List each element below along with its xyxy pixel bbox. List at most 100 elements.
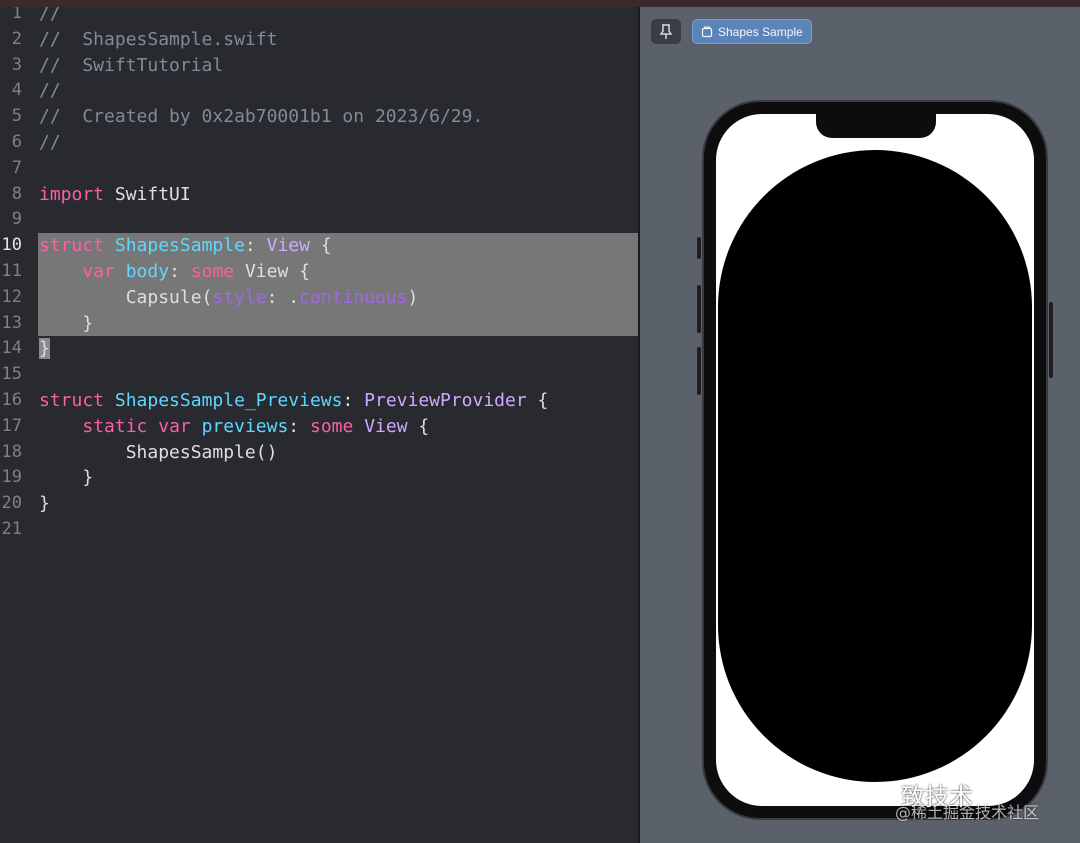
line-text: ShapesSample(): [39, 440, 278, 466]
line-number: 17: [1, 415, 22, 436]
line-text: //: [39, 130, 61, 156]
code-line[interactable]: 2 // ShapesSample.swift: [0, 27, 638, 53]
code-token: continuous: [299, 286, 408, 308]
code-line[interactable]: 17 static var previews: some View {: [0, 414, 638, 440]
pin-icon: [659, 23, 673, 39]
code-line[interactable]: 20}: [0, 491, 638, 517]
code-line[interactable]: 3 // SwiftTutorial: [0, 53, 638, 79]
code-line[interactable]: 19 }: [0, 465, 638, 491]
line-number: 6: [11, 131, 22, 152]
line-number: 10: [1, 235, 22, 256]
line-text: //: [39, 7, 61, 27]
code-token: :: [169, 260, 191, 282]
code-line[interactable]: 11 var body: some View {: [2, 258, 638, 285]
code-token: {: [526, 389, 549, 411]
line-number: 7: [11, 157, 22, 178]
code-token: View: [364, 415, 408, 437]
code-token: {: [407, 415, 430, 437]
code-token: {: [309, 235, 332, 257]
code-line[interactable]: 15: [0, 362, 638, 388]
code-line[interactable]: 8 import SwiftUI: [0, 182, 638, 208]
code-token: struct: [39, 235, 105, 257]
preview-chip-label: Shapes Sample: [718, 24, 803, 39]
code-line[interactable]: 4 //: [0, 78, 638, 104]
code-line[interactable]: 5 // Created by 0x2ab70001b1 on 2023/6/29…: [0, 104, 638, 130]
code-lines: 1 // 2 // ShapesSample.swift 3 // SwiftTutori…: [0, 7, 638, 543]
code-token: // SwiftTutorial: [39, 54, 224, 76]
code-token: :: [288, 415, 310, 437]
line-text: Capsule(style: .continuous): [39, 285, 419, 311]
line-number: 1: [11, 7, 22, 23]
code-token: View {: [234, 260, 310, 282]
line-number: 15: [1, 364, 22, 385]
code-line[interactable]: 13 }: [2, 310, 638, 337]
code-line[interactable]: 16 struct ShapesSample_Previews: PreviewP…: [0, 388, 638, 414]
line-text: }: [39, 336, 50, 362]
line-text: // ShapesSample.swift: [39, 27, 277, 53]
code-token: import: [39, 183, 105, 205]
code-token: }: [39, 312, 94, 334]
code-token: some: [309, 415, 354, 437]
code-token: ShapesSample: [114, 235, 245, 257]
phone-volume-down: [697, 347, 701, 395]
code-token: var: [158, 415, 191, 437]
code-token: }: [39, 338, 50, 360]
phone-power-button: [1049, 302, 1053, 378]
line-number: 9: [11, 209, 22, 230]
line-text: struct ShapesSample_Previews: PreviewPro…: [39, 388, 548, 414]
phone-mute-switch: [697, 237, 701, 259]
line-number: 19: [1, 467, 22, 488]
code-token: SwiftUI: [104, 183, 191, 205]
code-token: struct: [39, 389, 105, 411]
code-token: :: [342, 389, 365, 411]
code-line[interactable]: 21: [0, 517, 638, 543]
code-token: ): [407, 286, 419, 308]
code-line[interactable]: 14}: [0, 336, 638, 362]
code-token: //: [39, 7, 61, 24]
code-token: style: [212, 286, 267, 308]
line-number: 16: [1, 389, 22, 410]
code-token: //: [39, 131, 61, 153]
code-line[interactable]: 1 //: [0, 7, 638, 27]
code-token: :: [244, 235, 267, 257]
code-token: }: [39, 493, 50, 515]
code-token: body: [125, 260, 170, 282]
line-number: 14: [1, 338, 22, 359]
device-notch: [816, 114, 936, 138]
line-number: 5: [11, 106, 22, 127]
line-text: //: [39, 78, 61, 104]
code-line[interactable]: 9: [0, 207, 638, 233]
device-frame: [702, 100, 1048, 820]
line-text: // Created by 0x2ab70001b1 on 2023/6/29.: [39, 104, 483, 130]
line-text: static var previews: some View {: [39, 414, 429, 440]
code-token: static: [82, 415, 148, 437]
line-number: 20: [1, 493, 22, 514]
watermark-sub: @稀土掘金技术社区: [895, 803, 1040, 822]
code-line[interactable]: 18 ShapesSample(): [0, 440, 638, 466]
code-token: // Created by 0x2ab70001b1 on 2023/6/29.: [39, 106, 484, 128]
code-token: Capsule(: [39, 286, 213, 308]
line-number: 8: [11, 183, 22, 204]
line-text: var body: some View {: [39, 259, 310, 285]
code-token: }: [39, 467, 94, 489]
code-line[interactable]: 10 struct ShapesSample: View {: [2, 233, 638, 259]
line-number: 21: [1, 518, 22, 539]
code-line[interactable]: 12 Capsule(style: .continuous): [2, 284, 638, 311]
code-line[interactable]: 7: [0, 156, 638, 182]
code-token: // ShapesSample.swift: [39, 28, 278, 50]
line-text: }: [39, 311, 93, 337]
preview-name-chip[interactable]: Shapes Sample: [692, 19, 812, 44]
code-token: var: [82, 260, 115, 282]
code-editor[interactable]: 1 // 2 // ShapesSample.swift 3 // SwiftTutori…: [0, 7, 638, 843]
line-text: struct ShapesSample: View {: [39, 233, 332, 259]
code-line[interactable]: 6 //: [0, 130, 638, 156]
line-text: }: [39, 491, 50, 517]
device-icon: [701, 26, 713, 37]
device-screen: [716, 114, 1034, 806]
pin-preview-button[interactable]: [651, 19, 681, 44]
